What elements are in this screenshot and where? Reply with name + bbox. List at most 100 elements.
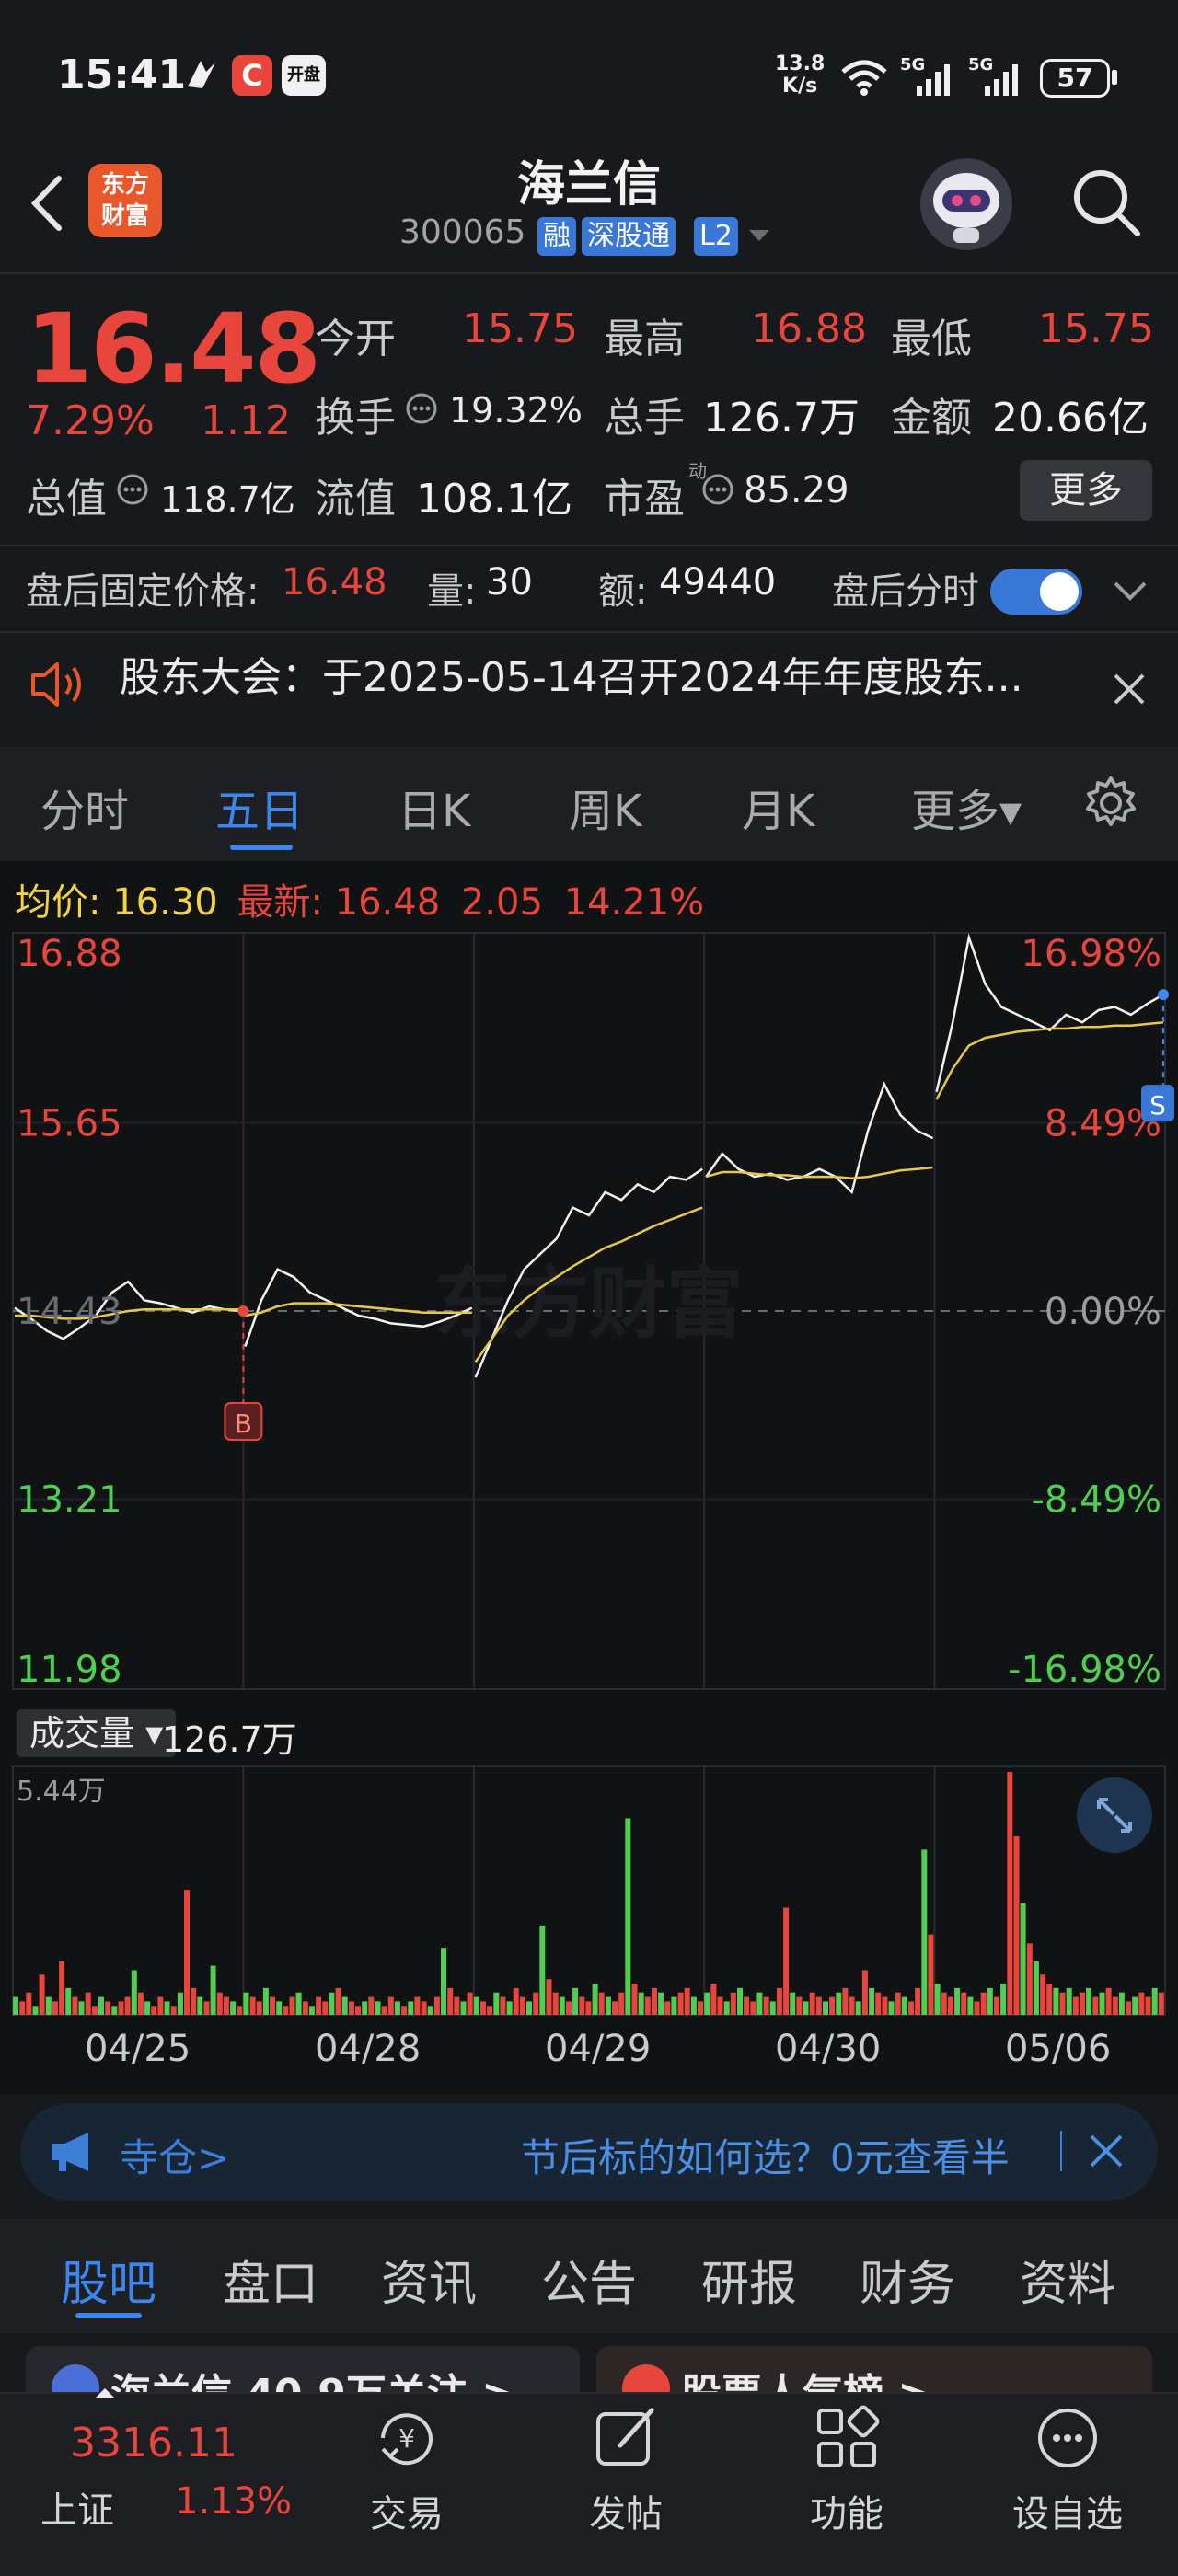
volume-bar bbox=[585, 2001, 592, 2015]
pe-value: 85.29 bbox=[744, 469, 849, 512]
amount-value: 20.66亿 bbox=[992, 395, 1149, 442]
info-dots-icon[interactable] bbox=[701, 473, 734, 506]
tab-more[interactable]: 更多▾ bbox=[911, 775, 1022, 839]
sub-tab-forum[interactable]: 股吧 bbox=[61, 2245, 156, 2314]
avg-label: 均价: bbox=[15, 881, 101, 924]
high-label: 最高 bbox=[604, 316, 685, 362]
stock-code: 300065 bbox=[399, 213, 526, 251]
gear-icon[interactable] bbox=[1082, 775, 1139, 832]
sub-tab-profile[interactable]: 资料 bbox=[1020, 2245, 1115, 2314]
volume-bar bbox=[671, 1996, 677, 2015]
volume-bar bbox=[631, 1984, 638, 2015]
volume-bar bbox=[493, 1992, 500, 2015]
tab-timeshare[interactable]: 分时 bbox=[40, 775, 129, 839]
nav-functions[interactable]: 功能 bbox=[764, 2401, 930, 2537]
volume-total: 126.7万 bbox=[162, 1719, 297, 1760]
volume-bar bbox=[447, 1987, 454, 2015]
float-label: 流值 bbox=[315, 476, 396, 523]
promo-divider bbox=[1060, 2131, 1062, 2171]
x-label-day4: 04/30 bbox=[775, 2028, 882, 2070]
volume-bar bbox=[684, 1987, 690, 2015]
volume-bar bbox=[566, 2001, 572, 2015]
sub-tab-financials[interactable]: 财务 bbox=[860, 2245, 955, 2314]
fullscreen-button[interactable] bbox=[1077, 1777, 1152, 1853]
volume-bar bbox=[1138, 1992, 1145, 2015]
volume-bar bbox=[1000, 1984, 1007, 2015]
info-dots-icon[interactable] bbox=[405, 392, 438, 425]
promo-banner[interactable]: 寺仓> 节后标的如何选？0元查看半 bbox=[20, 2103, 1158, 2201]
volume-bar bbox=[335, 1987, 341, 2015]
volume-bar bbox=[427, 2006, 433, 2015]
quote-divider bbox=[0, 545, 1178, 546]
volume-bar bbox=[1059, 1992, 1066, 2015]
watermark: 东方财富 bbox=[434, 1259, 744, 1349]
volume-bar bbox=[197, 1996, 203, 2015]
sub-tab-research[interactable]: 研报 bbox=[701, 2245, 797, 2314]
index-value[interactable]: 3316.11 bbox=[70, 2420, 237, 2467]
five-day-price-chart[interactable]: 东方财富16.88 16.98%15.65 8.49%14.43 0.00%13.21… bbox=[0, 926, 1178, 1698]
volume-bar bbox=[717, 1996, 723, 2015]
tag-margin: 融 bbox=[537, 217, 576, 256]
sub-tab-announcements[interactable]: 公告 bbox=[541, 2245, 637, 2314]
current-price: 16.48 bbox=[26, 293, 321, 405]
volume-bar bbox=[118, 2001, 124, 2015]
close-icon[interactable] bbox=[1112, 672, 1147, 707]
dropdown-arrow-icon[interactable] bbox=[747, 226, 771, 245]
promo-left-text[interactable]: 寺仓> bbox=[120, 2127, 229, 2183]
volume-bar bbox=[473, 1996, 479, 2015]
tab-weekly-k[interactable]: 周K bbox=[569, 775, 641, 839]
sub-tab-orderbook[interactable]: 盘口 bbox=[223, 2245, 318, 2314]
after-price-label: 盘后固定价格: bbox=[26, 570, 260, 613]
sub-tab-news[interactable]: 资讯 bbox=[381, 2245, 477, 2314]
chevron-down-icon[interactable] bbox=[1112, 578, 1149, 604]
close-icon[interactable] bbox=[1088, 2133, 1125, 2169]
volume-bar bbox=[1158, 1992, 1164, 2015]
volume-bar bbox=[882, 1996, 888, 2015]
nav-post[interactable]: 发帖 bbox=[543, 2401, 709, 2537]
volume-bar bbox=[987, 1987, 993, 2015]
robot-assistant-icon[interactable] bbox=[920, 158, 1012, 250]
volume-bar bbox=[1033, 1961, 1039, 2015]
five-day-change-pct: 14.21% bbox=[563, 881, 705, 924]
volume-bar bbox=[855, 2001, 861, 2015]
volume-bar bbox=[598, 1992, 605, 2015]
volume-bar bbox=[809, 1992, 815, 2015]
volume-bar bbox=[572, 1987, 579, 2015]
search-icon[interactable] bbox=[1069, 166, 1143, 239]
volume-bar bbox=[414, 1996, 421, 2015]
expand-icon bbox=[1097, 1798, 1132, 1833]
volume-bar bbox=[91, 2006, 98, 2015]
volume-bar bbox=[559, 1996, 565, 2015]
trade-icon: ¥ bbox=[381, 2413, 433, 2466]
volume-bar bbox=[157, 1996, 164, 2015]
volume-bar bbox=[875, 1992, 882, 2015]
index-change[interactable]: 1.13% bbox=[175, 2480, 292, 2523]
volume-bar bbox=[690, 1996, 697, 2015]
active-sub-tab-underline bbox=[75, 2313, 142, 2318]
volume-bar bbox=[72, 1996, 78, 2015]
x-label-day3: 04/29 bbox=[545, 2028, 652, 2070]
tag-l2: L2 bbox=[694, 217, 738, 256]
volume-bar bbox=[203, 2001, 210, 2015]
active-tab-underline bbox=[230, 845, 293, 850]
volume-bar bbox=[519, 1996, 525, 2015]
nav-watchlist[interactable]: 设自选 bbox=[985, 2401, 1150, 2537]
notice-text[interactable]: 股东大会：于2025-05-14召开2024年年度股东... bbox=[120, 644, 1023, 703]
info-dots-icon[interactable] bbox=[116, 473, 149, 506]
volume-bar bbox=[592, 1984, 598, 2015]
volume-bar bbox=[803, 2001, 809, 2015]
volume-chart[interactable] bbox=[0, 1763, 1178, 2018]
y-tick-left: 15.65 bbox=[17, 1102, 122, 1144]
more-button[interactable]: 更多 bbox=[1020, 460, 1152, 521]
battery-tip bbox=[1112, 70, 1117, 85]
volume-indicator-select[interactable]: 成交量 ▾ bbox=[17, 1709, 177, 1757]
volume-bar bbox=[618, 1992, 625, 2015]
promo-main-text[interactable]: 节后标的如何选？0元查看半 bbox=[521, 2127, 1010, 2183]
tab-daily-k[interactable]: 日K bbox=[398, 775, 470, 839]
index-name[interactable]: 上证 bbox=[40, 2480, 114, 2534]
after-hours-toggle[interactable] bbox=[990, 569, 1082, 615]
nav-trade[interactable]: ¥ 交易 bbox=[324, 2401, 490, 2537]
volume-bar bbox=[26, 1992, 32, 2015]
tab-five-day[interactable]: 五日 bbox=[215, 775, 304, 839]
tab-monthly-k[interactable]: 月K bbox=[742, 775, 814, 839]
